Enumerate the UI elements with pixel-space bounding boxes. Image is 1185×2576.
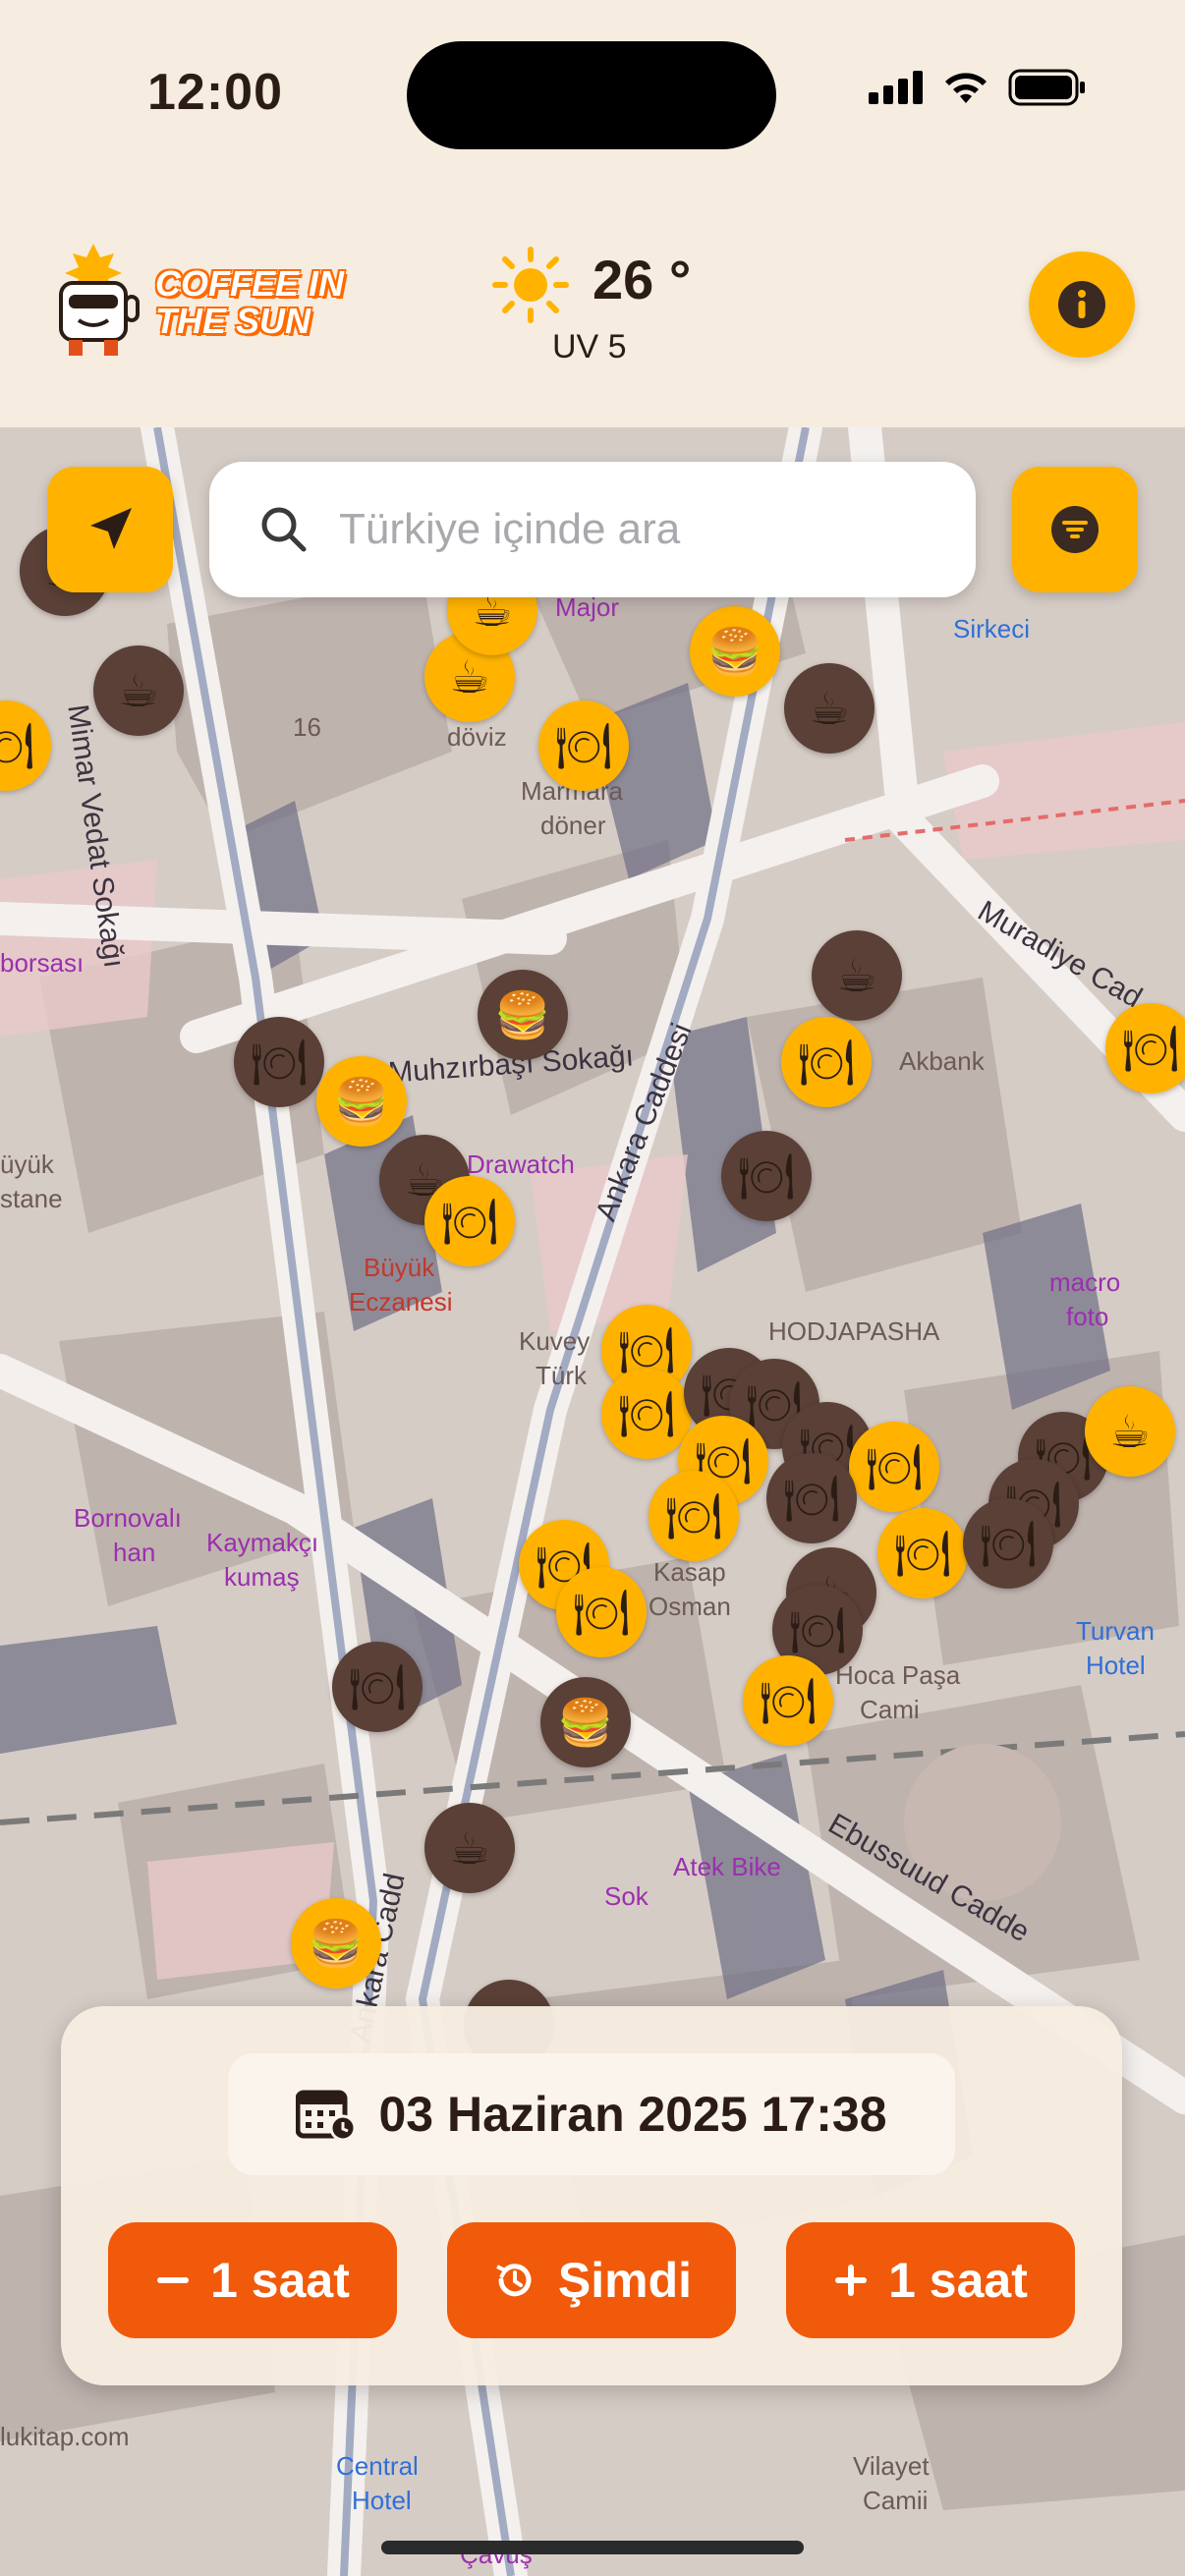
map-label: foto (1066, 1302, 1109, 1331)
cafe-marker[interactable]: ☕ (1085, 1386, 1175, 1477)
restaurant-marker[interactable]: 🍽 (721, 1131, 812, 1221)
status-time: 12:00 (147, 64, 283, 121)
map-label: HODJAPASHA (768, 1316, 940, 1346)
map-label: Hotel (1086, 1651, 1146, 1680)
restaurant-marker[interactable]: 🍽 (649, 1471, 739, 1561)
wifi-icon (945, 73, 987, 103)
map-label: kumaş (224, 1562, 300, 1592)
burger-marker[interactable]: 🍔 (478, 970, 568, 1060)
map-label: Sirkeci (953, 614, 1031, 644)
map-label: Sok (604, 1881, 649, 1911)
map-label: Camii (863, 2486, 929, 2515)
restaurant-marker[interactable]: 🍽 (877, 1508, 968, 1598)
locate-me-button[interactable] (47, 467, 173, 592)
restaurant-marker[interactable]: 🍽 (1105, 1003, 1185, 1093)
sun-icon (492, 247, 569, 323)
map-label: Türk (536, 1361, 587, 1390)
restaurant-marker[interactable]: 🍽 (538, 700, 629, 791)
map-label: Kuvey (519, 1326, 591, 1356)
plus-icon (835, 2265, 868, 2296)
map-label: Osman (649, 1592, 731, 1621)
temperature: 26 ° (592, 249, 692, 310)
map-label: Drawatch (467, 1149, 575, 1179)
logo-line-1: COFFEE IN (155, 263, 345, 304)
map-label: macro (1049, 1267, 1121, 1297)
plus-hour-button[interactable]: 1 saat (786, 2222, 1075, 2338)
status-icons (869, 69, 1087, 106)
cafe-marker[interactable]: ☕ (93, 645, 184, 736)
info-icon (1058, 281, 1105, 328)
restaurant-marker[interactable]: 🍽 (963, 1498, 1053, 1589)
map-label: 16 (293, 712, 321, 742)
cafe-marker[interactable]: ☕ (424, 1803, 515, 1893)
filter-icon (1051, 506, 1099, 553)
map-label: Hoca Paşa (835, 1660, 961, 1690)
logo-text: COFFEE IN THE SUN (155, 265, 344, 340)
map-label: üyük (0, 1149, 54, 1179)
now-button[interactable]: Şimdi (447, 2222, 736, 2338)
restaurant-marker[interactable]: 🍽 (766, 1453, 857, 1543)
burger-marker[interactable]: 🍔 (291, 1898, 381, 1988)
home-indicator (381, 2541, 804, 2554)
search-input[interactable] (337, 504, 931, 555)
logo-line-2: THE SUN (155, 301, 311, 341)
info-button[interactable] (1029, 252, 1135, 358)
search-bar[interactable] (209, 462, 976, 597)
map-label: Cami (860, 1695, 920, 1724)
restaurant-marker[interactable]: 🍽 (234, 1017, 324, 1107)
map-label: Kasap (653, 1557, 726, 1587)
burger-marker[interactable]: 🍔 (690, 606, 780, 697)
app-header: COFFEE IN THE SUN 26 ° UV 5 (0, 196, 1185, 427)
map-label: Kaymakçı (206, 1528, 319, 1557)
location-arrow-icon (90, 508, 132, 549)
history-clock-icon (496, 2264, 532, 2297)
calendar-clock-icon (296, 2090, 357, 2142)
search-icon (261, 507, 307, 552)
map-label: Turvan (1076, 1616, 1155, 1646)
map-label: borsası (0, 948, 85, 978)
map-label: Hotel (352, 2486, 412, 2515)
burger-marker[interactable]: 🍔 (540, 1677, 631, 1767)
minus-icon (157, 2277, 190, 2283)
map-label: stane (0, 1184, 63, 1213)
map-label: Central (336, 2451, 419, 2481)
cafe-marker[interactable]: ☕ (784, 663, 875, 754)
restaurant-marker[interactable]: 🍽 (424, 1176, 515, 1266)
weather-widget: 26 ° UV 5 (491, 246, 737, 393)
datetime-text: 03 Haziran 2025 17:38 (378, 2087, 887, 2142)
map-label: Eczanesi (349, 1287, 453, 1316)
app-logo[interactable]: COFFEE IN THE SUN (39, 236, 373, 373)
map-label: Akbank (899, 1046, 985, 1076)
restaurant-marker[interactable]: 🍽 (849, 1422, 939, 1512)
map-label: lukitap.com (0, 2422, 130, 2451)
map-label: han (113, 1538, 156, 1567)
map-label: Atek Bike (673, 1852, 781, 1881)
datetime-selector[interactable]: 03 Haziran 2025 17:38 (228, 2053, 955, 2175)
restaurant-marker[interactable]: 🍽 (743, 1655, 833, 1746)
cafe-marker[interactable]: ☕ (812, 930, 902, 1021)
map-label: döviz (447, 722, 507, 752)
time-panel: 03 Haziran 2025 17:38 1 saat Şimdi 1 saa… (61, 2006, 1122, 2385)
minus-hour-label: 1 saat (210, 2253, 350, 2308)
now-label: Şimdi (557, 2253, 693, 2308)
map-label: Bornovalı (74, 1503, 182, 1533)
coffee-mascot-icon (59, 244, 140, 356)
status-bar: 12:00 (0, 0, 1185, 196)
restaurant-marker[interactable]: 🍽 (332, 1642, 423, 1732)
map-label: Vilayet (853, 2451, 930, 2481)
restaurant-marker[interactable]: 🍽 (601, 1369, 692, 1459)
restaurant-marker[interactable]: 🍽 (556, 1567, 647, 1657)
dynamic-island (407, 41, 776, 149)
minus-hour-button[interactable]: 1 saat (108, 2222, 397, 2338)
map-label: döner (540, 811, 606, 840)
map-label: Büyük (364, 1253, 435, 1282)
filter-button[interactable] (1012, 467, 1138, 592)
uv-index: UV 5 (552, 328, 627, 365)
burger-marker[interactable]: 🍔 (316, 1056, 407, 1147)
plus-hour-label: 1 saat (888, 2253, 1028, 2308)
battery-icon (1008, 69, 1085, 106)
signal-icon (869, 71, 923, 104)
restaurant-marker[interactable]: 🍽 (781, 1017, 872, 1107)
